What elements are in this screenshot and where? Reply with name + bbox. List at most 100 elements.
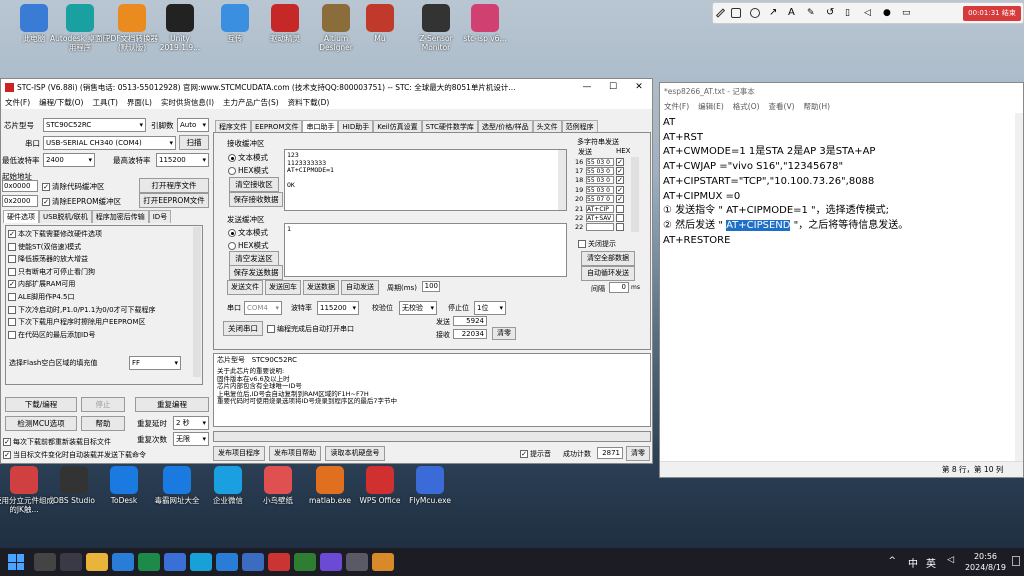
multi-row-value[interactable]: AT+SAV	[586, 214, 614, 223]
vscode-icon[interactable]	[242, 553, 264, 571]
download-button[interactable]: 下载/编程	[5, 397, 77, 412]
clear-send-button[interactable]: 清空发送区	[229, 251, 279, 266]
desktop-icon[interactable]: Mu	[350, 4, 410, 43]
notification-icon[interactable]	[1012, 556, 1020, 566]
menu-item[interactable]: 资料下载(D)	[288, 97, 330, 108]
multi-row-value[interactable]: 55 03 0	[586, 185, 614, 194]
send-text-mode-radio[interactable]	[228, 229, 236, 237]
multi-row-value[interactable]: 55 03 0	[586, 167, 614, 176]
multi-row-value[interactable]: 55 03 0	[586, 157, 614, 166]
circle-icon[interactable]	[750, 8, 760, 18]
stop-button[interactable]: 停止	[81, 397, 125, 412]
option-row[interactable]: ALE脚用作P4.5口	[8, 291, 202, 304]
scan-button[interactable]: 扫描	[179, 135, 209, 150]
tab-2[interactable]: 程序加密后传输	[91, 210, 149, 223]
menu-item[interactable]: 实时供货信息(I)	[161, 97, 214, 108]
menu-item[interactable]: 主力产品广告(S)	[223, 97, 279, 108]
speaker-icon[interactable]: ◁	[864, 8, 874, 18]
notepad-menu-item[interactable]: 帮助(H)	[804, 101, 831, 112]
zero-count-button[interactable]: 清零	[492, 327, 516, 340]
help-button[interactable]: 帮助	[81, 416, 125, 431]
menu-item[interactable]: 编程/下载(O)	[39, 97, 83, 108]
auto-loop-send-button[interactable]: 自动循环发送	[581, 266, 635, 281]
multi-row-hex-checkbox[interactable]	[616, 204, 624, 213]
option-row[interactable]: 使能ST(双倍速)模式	[8, 241, 202, 254]
recv-text-mode-radio[interactable]	[228, 154, 236, 162]
save-send-button[interactable]: 保存发送数据	[229, 265, 283, 280]
beep-checkbox[interactable]: ✓	[520, 450, 528, 458]
send-data-button[interactable]: 发送数据	[303, 280, 339, 295]
send-buffer-text[interactable]: 1	[284, 223, 567, 277]
desktop-icon[interactable]: Autodesk 桌面应用程序	[50, 4, 110, 52]
open-program-file-button[interactable]: 打开程序文件	[139, 178, 209, 193]
option-checkbox[interactable]	[8, 255, 16, 264]
repeat-count-select[interactable]: 无限	[173, 432, 209, 446]
clear-all-button[interactable]: 清空全部数据	[581, 251, 635, 266]
clear-receive-button[interactable]: 清空接收区	[229, 177, 279, 192]
desktop-icon[interactable]: ToDesk	[94, 466, 154, 505]
ie-icon[interactable]	[216, 553, 238, 571]
min-baud-select[interactable]: 2400	[43, 153, 95, 167]
text-icon[interactable]: A	[788, 8, 798, 18]
excel-icon[interactable]	[138, 553, 160, 571]
notepad-menu-item[interactable]: 文件(F)	[664, 101, 689, 112]
pins-select[interactable]: Auto	[177, 118, 209, 132]
notepad-menu-item[interactable]: 查看(V)	[769, 101, 795, 112]
auto-send-button[interactable]: 自动发送	[341, 280, 379, 295]
option-row[interactable]: 只有断电才可停止看门狗	[8, 266, 202, 279]
recording-timer[interactable]: 00:01:31 结束	[963, 6, 1021, 21]
multi-row-value[interactable]	[586, 223, 614, 232]
option-row[interactable]: 在代码区的最后添加ID号	[8, 329, 202, 342]
option-checkbox[interactable]	[8, 242, 16, 251]
repeat-delay-select[interactable]: 2 秒	[173, 416, 209, 430]
maximize-icon[interactable]: ☐	[600, 79, 626, 95]
menu-item[interactable]: 工具(T)	[92, 97, 117, 108]
serial-port-select[interactable]: COM4	[244, 301, 282, 315]
arrow-icon[interactable]: ↗	[769, 8, 779, 18]
desktop-icon[interactable]: FlyMcu.exe	[400, 466, 460, 505]
undo-icon[interactable]: ↺	[826, 8, 836, 18]
taskbar-app2-icon[interactable]	[320, 553, 342, 571]
option-row[interactable]: ✓ 本次下载需要修改硬件选项	[8, 228, 202, 241]
multi-row-hex-checkbox[interactable]: ✓	[616, 185, 624, 194]
menu-item[interactable]: 文件(F)	[5, 97, 30, 108]
mic-icon[interactable]: ●	[883, 8, 893, 18]
options-scrollbar[interactable]	[193, 227, 201, 377]
word-icon[interactable]	[164, 553, 186, 571]
option-checkbox[interactable]	[8, 318, 16, 327]
clock[interactable]: 20:56 2024/8/19	[965, 551, 1006, 573]
option-checkbox[interactable]	[8, 330, 16, 339]
save-receive-button[interactable]: 保存接收数据	[229, 192, 283, 207]
close-icon[interactable]: ✕	[626, 79, 652, 95]
option-checkbox[interactable]	[8, 267, 16, 276]
desktop-icon[interactable]: Unity 2019.1.9...	[150, 4, 210, 52]
notepad-menu-item[interactable]: 编辑(E)	[698, 101, 724, 112]
tab-3[interactable]: ID号	[148, 210, 172, 223]
send-file-button[interactable]: 发送文件	[227, 280, 263, 295]
notepad-scrollbar[interactable]	[1015, 113, 1023, 461]
notepad-text-area[interactable]: AT AT+RST AT+CWMODE=1 1是STA 2是AP 3是STA+AP A…	[663, 116, 908, 248]
publish-program-button[interactable]: 发布项目程序	[213, 446, 265, 461]
option-checkbox[interactable]: ✓	[8, 280, 16, 289]
multi-row-value[interactable]: AT+CIP	[586, 204, 614, 213]
speaker-icon[interactable]: ◁	[947, 555, 954, 565]
auto-open-port-checkbox[interactable]	[267, 325, 275, 333]
option-row[interactable]: ✓ 内部扩展RAM可用	[8, 278, 202, 291]
clear-success-button[interactable]: 清零	[626, 446, 650, 461]
publish-help-button[interactable]: 发布项目帮助	[269, 446, 321, 461]
option-checkbox[interactable]	[8, 292, 16, 301]
period-field[interactable]: 100	[422, 281, 440, 292]
send-hex-mode-radio[interactable]	[228, 242, 236, 250]
receive-buffer-text[interactable]: 123 1123333333 AT+CIPMODE=1 OK	[284, 149, 567, 211]
option-row[interactable]: 下次冷启动时,P1.0/P1.1为0/0才可下载程序	[8, 304, 202, 317]
edge-icon[interactable]	[190, 553, 212, 571]
multi-row-hex-checkbox[interactable]: ✓	[616, 195, 624, 204]
stop-recording-button[interactable]: 结束	[1002, 9, 1016, 17]
option-row[interactable]: 下次下载用户程序时擦除用户EEPROM区	[8, 316, 202, 329]
auto-send-checkbox[interactable]: ✓	[3, 451, 11, 459]
close-port-button[interactable]: 关闭串口	[223, 321, 263, 336]
multi-row-value[interactable]: 55 07 0	[586, 195, 614, 204]
windows-start-icon[interactable]	[8, 554, 24, 570]
task-view-icon[interactable]	[34, 553, 56, 571]
multi-row-hex-checkbox[interactable]: ✓	[616, 157, 624, 166]
